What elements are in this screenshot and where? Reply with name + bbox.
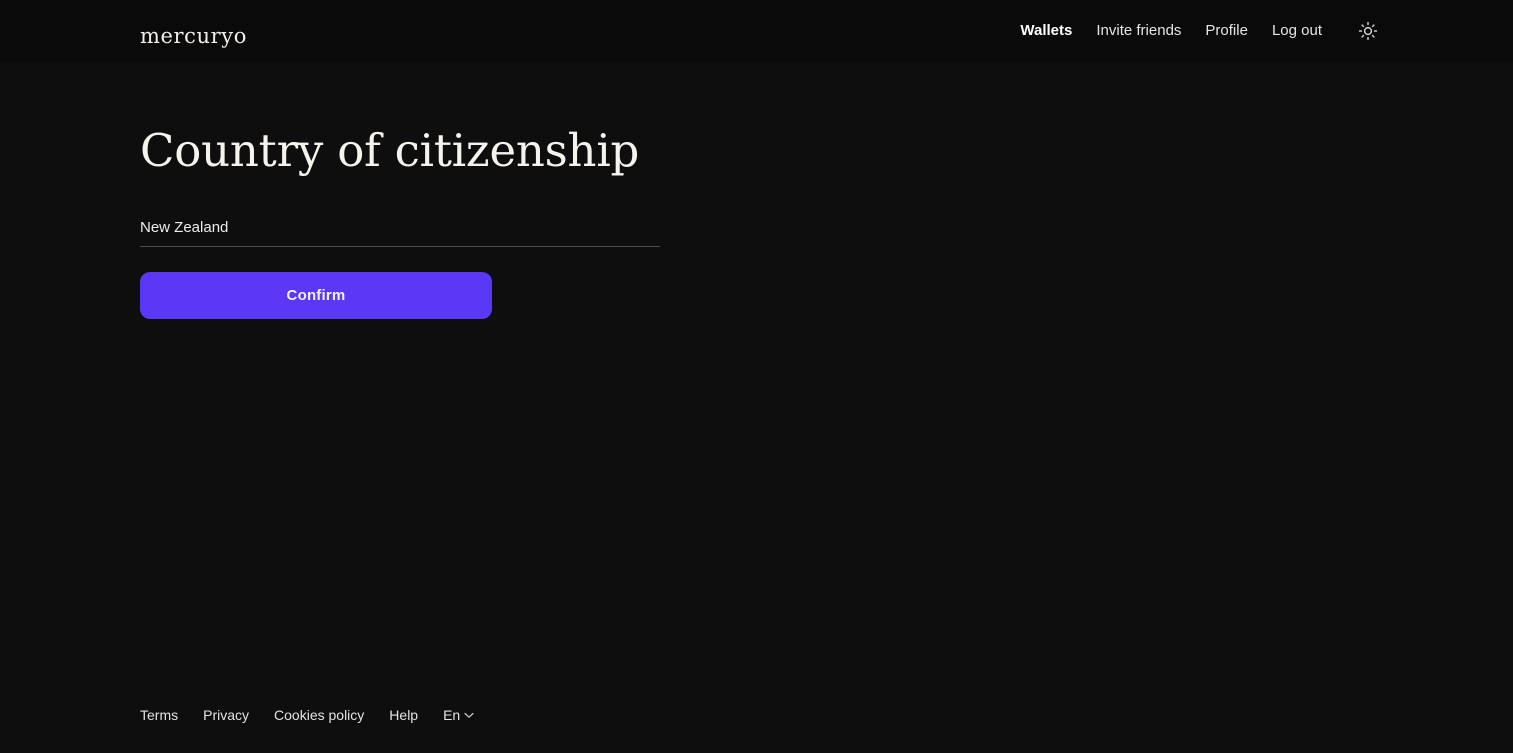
mercuryo-logo[interactable]: mercuryo: [140, 23, 247, 49]
chevron-down-icon: [464, 712, 474, 718]
language-selector[interactable]: En: [443, 706, 474, 724]
page-title: Country of citizenship: [140, 124, 640, 177]
app-header: mercuryo Wallets Invite friends Profile …: [0, 0, 1513, 62]
confirm-button[interactable]: Confirm: [140, 272, 492, 319]
theme-toggle-button[interactable]: [1356, 19, 1380, 43]
footer-link-terms[interactable]: Terms: [140, 706, 178, 724]
nav-item-wallets[interactable]: Wallets: [1008, 21, 1084, 41]
main-content: Country of citizenship Confirm: [140, 62, 1040, 319]
footer-link-privacy[interactable]: Privacy: [203, 706, 249, 724]
footer: Terms Privacy Cookies policy Help En: [140, 706, 474, 724]
footer-link-cookies-policy[interactable]: Cookies policy: [274, 706, 364, 724]
language-selector-label: En: [443, 707, 461, 723]
country-field-group: [140, 217, 660, 247]
nav-item-log-out[interactable]: Log out: [1260, 21, 1334, 41]
primary-nav: Wallets Invite friends Profile Log out: [1008, 0, 1380, 62]
sun-icon: [1358, 21, 1378, 41]
nav-item-invite-friends[interactable]: Invite friends: [1084, 21, 1193, 41]
country-of-citizenship-input[interactable]: [140, 217, 660, 247]
nav-item-profile[interactable]: Profile: [1193, 21, 1260, 41]
footer-link-help[interactable]: Help: [389, 706, 418, 724]
